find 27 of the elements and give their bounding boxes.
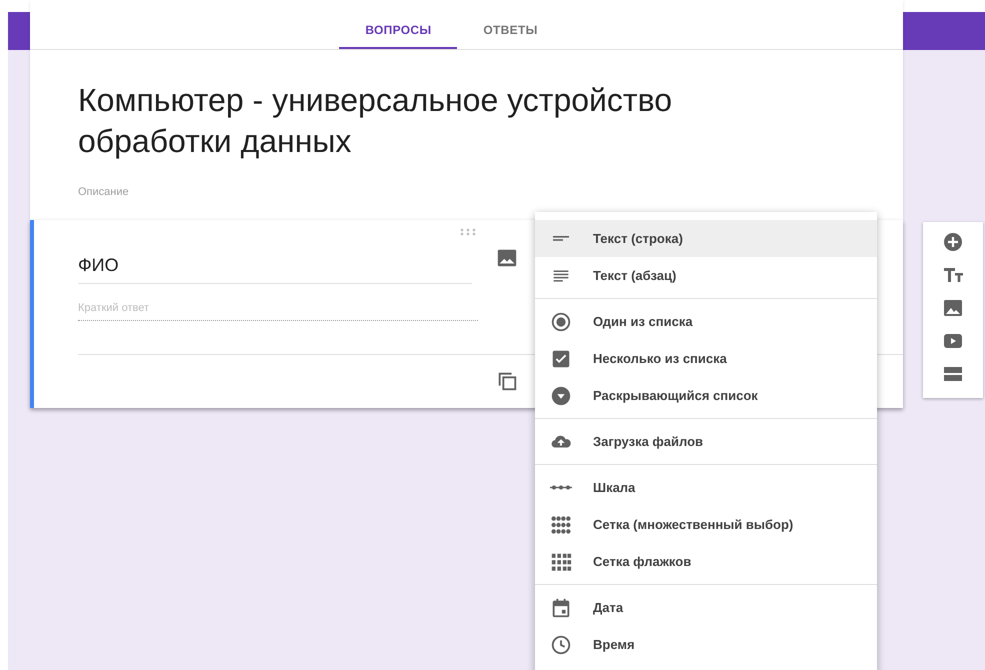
dropdown-icon <box>550 384 572 406</box>
short-text-icon <box>553 236 569 241</box>
menu-item[interactable]: Сетка (множественный выбор) <box>535 506 877 543</box>
duplicate-icon[interactable] <box>496 370 518 392</box>
menu-item[interactable]: Несколько из списка <box>535 340 877 377</box>
clock-icon <box>550 634 572 656</box>
menu-item[interactable]: Один из списка <box>535 303 877 340</box>
dot-grid-icon <box>550 514 572 536</box>
menu-item[interactable]: Шкала <box>535 469 877 506</box>
question-title-field[interactable]: ФИО <box>78 252 472 284</box>
image-icon[interactable] <box>496 247 518 269</box>
menu-item[interactable]: Раскрывающийся список <box>535 377 877 414</box>
calendar-icon <box>550 596 572 618</box>
menu-item[interactable]: Дата <box>535 589 877 626</box>
short-answer-field: Краткий ответ <box>78 300 478 320</box>
menu-item[interactable]: Текст (абзац) <box>535 257 877 294</box>
menu-item[interactable]: Время <box>535 626 877 663</box>
tab[interactable]: ВОПРОСЫ <box>339 0 458 49</box>
menu-item[interactable]: Сетка флажков <box>535 543 877 580</box>
menu-item[interactable]: Загрузка файлов <box>535 423 877 460</box>
tab[interactable]: ОТВЕТЫ <box>457 0 564 49</box>
drag-handle-icon[interactable] <box>460 228 476 236</box>
add-icon[interactable] <box>941 230 965 254</box>
scale-icon <box>550 485 572 490</box>
radio-button-icon <box>550 310 572 332</box>
menu-item[interactable]: Текст (строка) <box>535 220 877 257</box>
form-title[interactable]: Компьютер - универсальное устройство обработки данных <box>78 80 813 162</box>
